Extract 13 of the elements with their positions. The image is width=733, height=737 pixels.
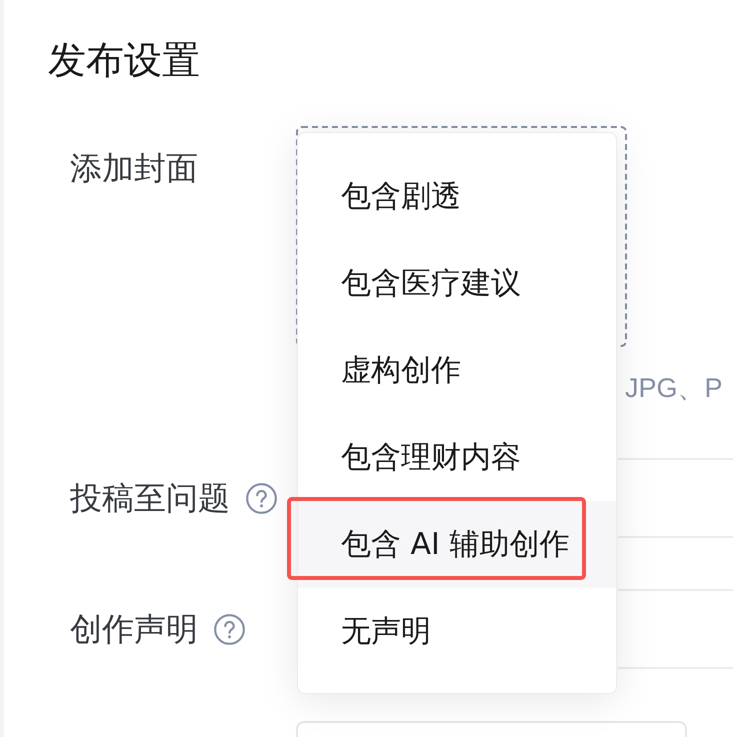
field-label: 创作声明: [70, 609, 198, 650]
section-title: 发布设置: [48, 40, 200, 80]
dropdown-option[interactable]: 无声明: [298, 588, 616, 675]
input-field[interactable]: [296, 721, 687, 737]
hint-text: JPG、P: [625, 372, 724, 405]
dropdown-option[interactable]: 包含医疗建议: [298, 240, 616, 327]
field-label: 添加封面: [70, 148, 198, 189]
dropdown-option[interactable]: 包含剧透: [298, 153, 616, 240]
dropdown-option[interactable]: 包含理财内容: [298, 414, 616, 501]
field-label: 投稿至问题: [70, 478, 230, 519]
dropdown-option[interactable]: 虚构创作: [298, 327, 616, 414]
help-icon[interactable]: [214, 614, 245, 644]
help-icon[interactable]: [246, 482, 277, 514]
